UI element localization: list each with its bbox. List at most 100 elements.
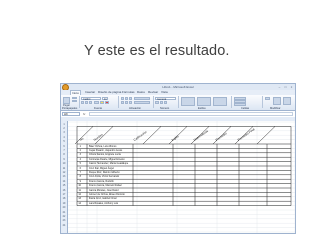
styles-label: Estilos [198,107,206,110]
student-name: Castro Hernandez, María Guadalupe [89,162,129,166]
conditional-format-button[interactable] [181,97,195,106]
student-name: Gómez de Ochoa, Eliseo Dionicio [89,193,125,196]
align-bottom-button[interactable] [129,97,132,100]
student-number: 5 [79,162,81,166]
student-name: Choza Santos, Engrace Lucía [89,153,121,157]
sort-filter-button[interactable] [273,97,281,105]
row-number[interactable]: 1 [61,123,67,126]
student-name: Báez Ochoa, Luis Alfonso [89,144,117,148]
font-name-select[interactable]: Calibri [81,97,101,101]
editing-group: Modificar [263,96,294,110]
find-select-button[interactable] [283,97,291,105]
font-color-button[interactable] [105,101,109,104]
number-label: Número [160,107,170,110]
row-number[interactable]: 3 [61,131,67,134]
row-number[interactable]: 5 [61,140,67,143]
student-name: Franco Garcia, Marcelo Rafael [89,184,122,188]
student-number: 8 [79,175,81,179]
row-number[interactable]: 11 [61,167,67,170]
student-number: 10 [78,184,81,188]
bold-button[interactable] [81,101,84,104]
row-number[interactable]: 21 [61,211,67,214]
format-as-table-button[interactable] [197,97,211,106]
student-number: 9 [79,179,81,183]
minimize-icon[interactable]: – [277,85,282,89]
fill-color-button[interactable] [100,101,104,104]
row-number[interactable]: 22 [61,215,67,218]
cells-label: Celdas [241,107,250,110]
student-name: Franco Garcia, Rodolfo [89,179,114,183]
row-number[interactable]: 17 [61,193,67,196]
close-icon[interactable]: × [289,85,294,89]
align-left-button[interactable] [121,101,124,104]
copy-button[interactable] [72,100,77,102]
row-number[interactable]: 10 [61,162,67,165]
name-box[interactable]: H9 [62,112,80,116]
fx-icon[interactable]: fx [83,112,85,116]
formula-input[interactable] [89,112,293,116]
student-number: 1 [79,144,81,148]
cells-group: Celdas [232,96,263,110]
row-number[interactable]: 14 [61,180,67,183]
row-number[interactable]: 13 [61,175,67,178]
alignment-label: Alineación [129,107,141,110]
student-number: 2 [79,149,81,152]
student-number: 3 [79,153,81,157]
row-number[interactable]: 18 [61,197,67,200]
slide-title: Y este es el resultado. [84,43,230,59]
format-cells-button[interactable] [234,103,246,106]
row-number[interactable]: 23 [61,219,67,222]
underline-button[interactable] [89,101,92,104]
italic-button[interactable] [85,101,88,104]
row-number[interactable]: 16 [61,189,67,192]
row-headers: 1 2 3 4 5 6 7 8 9 10 11 12 13 14 15 16 17 18 19 20 21 22 23 24 [61,121,68,233]
student-name: Lara Rosales, Anthony Luis [89,201,119,205]
cut-button[interactable] [72,97,77,99]
student-number: 6 [79,166,81,170]
font-group-label: Fuente [94,107,103,110]
student-number: 4 [79,157,81,161]
wrap-text-button[interactable] [134,97,150,100]
align-center-button[interactable] [125,101,128,104]
excel-screenshot: Libro1 - Microsoft Excel – □ × Inicio In… [60,83,296,234]
alignment-group: Alineación [119,96,154,110]
align-top-button[interactable] [121,97,124,100]
ribbon: Pegar Portapapeles Calibri 11 Fuente Ali… [61,95,295,111]
row-number[interactable]: 15 [61,184,67,187]
percent-button[interactable] [160,101,163,104]
row-number[interactable]: 19 [61,202,67,205]
merge-center-button[interactable] [134,101,150,104]
font-group: Calibri 11 Fuente [80,96,119,110]
row-number[interactable]: 6 [61,145,67,148]
align-right-button[interactable] [129,101,132,104]
autosum-button[interactable] [265,97,270,100]
row-number[interactable]: 9 [61,158,67,161]
font-size-select[interactable]: 11 [102,97,108,101]
student-name: Duque Ruiz, Ramón Gilberto [89,171,120,174]
styles-group: Estilos [179,96,232,110]
align-middle-button[interactable] [125,97,128,100]
worksheet-grid[interactable]: 1 2 3 4 5 6 7 8 9 10 11 12 13 14 15 16 17 18 19 20 21 22 23 24 … [61,121,295,233]
student-number: 11 [78,188,81,192]
student-number: 13 [78,197,81,201]
row-number[interactable]: 20 [61,206,67,209]
student-number: 12 [78,193,81,196]
paste-button[interactable] [63,97,70,104]
comma-button[interactable] [164,101,167,104]
clipboard-label: Portapapeles [62,107,78,110]
currency-button[interactable] [155,101,159,104]
maximize-icon[interactable]: □ [283,85,288,89]
row-number[interactable]: 12 [61,171,67,174]
number-format-select[interactable]: General [155,97,176,101]
student-name: Contreras Duarte, Miguel Ernesto [89,157,125,161]
row-number[interactable]: 24 [61,224,67,227]
row-number[interactable]: 8 [61,153,67,156]
student-number: 14 [78,201,81,205]
editing-label: Modificar [270,107,281,110]
row-number[interactable]: 7 [61,149,67,152]
clipboard-group: Pegar Portapapeles [61,96,80,110]
cell-styles-button[interactable] [213,97,227,106]
borders-button[interactable] [94,101,99,104]
row-number[interactable]: 2 [61,127,67,130]
row-number[interactable]: 4 [61,136,67,139]
